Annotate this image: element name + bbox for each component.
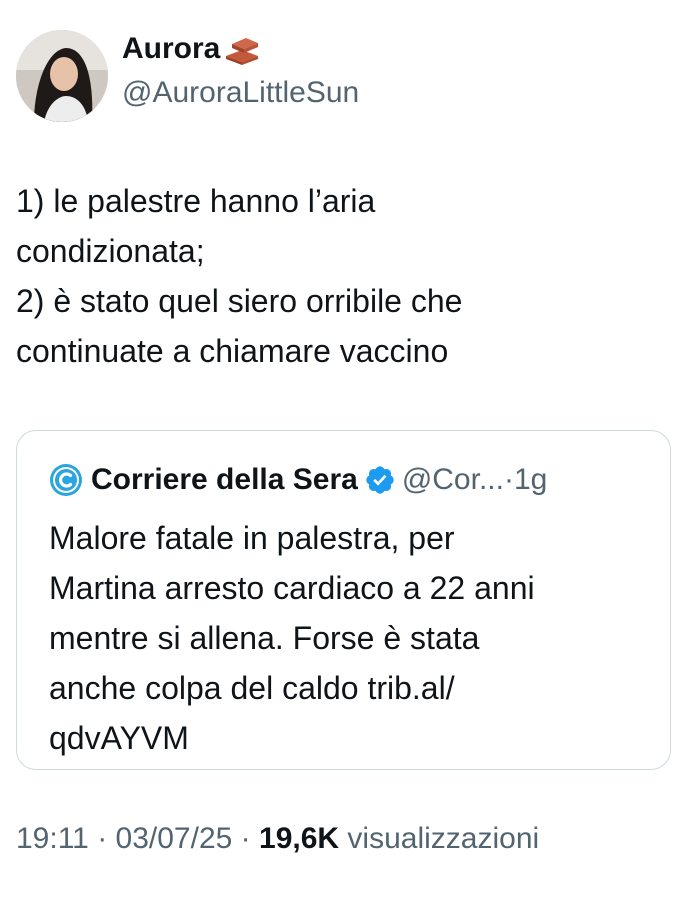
author-handle[interactable]: @AuroraLittleSun [122,76,359,110]
quoted-line: qdvAYVM [49,720,189,756]
tweet-time[interactable]: 19:11 [16,822,89,855]
quoted-tweet-text: Malore fatale in palestra, per Martina a… [49,513,649,763]
corriere-logo-icon [49,463,83,497]
meta-separator: · [240,822,251,855]
author-display-name[interactable]: Aurora [122,32,220,66]
quoted-handle[interactable]: @Cor... [402,463,504,497]
tweet-header: Aurora @AuroraLittleSun [16,30,676,126]
quoted-line: Martina arresto cardiaco a 22 anni [49,570,535,606]
tweet-date[interactable]: 03/07/25 [116,822,233,855]
views-count[interactable]: 19,6K [259,822,339,855]
quoted-separator: · [503,463,514,496]
tweet-line: 2) è stato quel siero orribile che [16,283,463,319]
tweet-text: 1) le palestre hanno l’aria condizionata… [16,176,656,376]
quoted-line: Malore fatale in palestra, per [49,520,455,556]
quoted-line: mentre si allena. Forse è stata [49,620,480,656]
brick-icon [222,32,262,66]
quoted-display-name[interactable]: Corriere della Sera [91,463,358,497]
tweet-line: continuate a chiamare vaccino [16,333,449,369]
quoted-tweet-card[interactable]: Corriere della Sera @Cor... · 1g Malore … [16,430,671,770]
quoted-tweet-header: Corriere della Sera @Cor... · 1g [49,463,547,497]
quoted-time[interactable]: 1g [514,463,547,497]
tweet-meta: 19:11 · 03/07/25 · 19,6K visualizzazioni [16,822,539,856]
author-name-row[interactable]: Aurora [122,32,262,66]
author-avatar[interactable] [16,30,108,122]
meta-separator: · [97,822,108,855]
tweet-line: condizionata; [16,233,205,269]
views-label: visualizzazioni [347,822,540,855]
verified-badge-icon [364,464,396,496]
tweet-line: 1) le palestre hanno l’aria [16,183,376,219]
quoted-line: anche colpa del caldo trib.al/ [49,670,455,706]
